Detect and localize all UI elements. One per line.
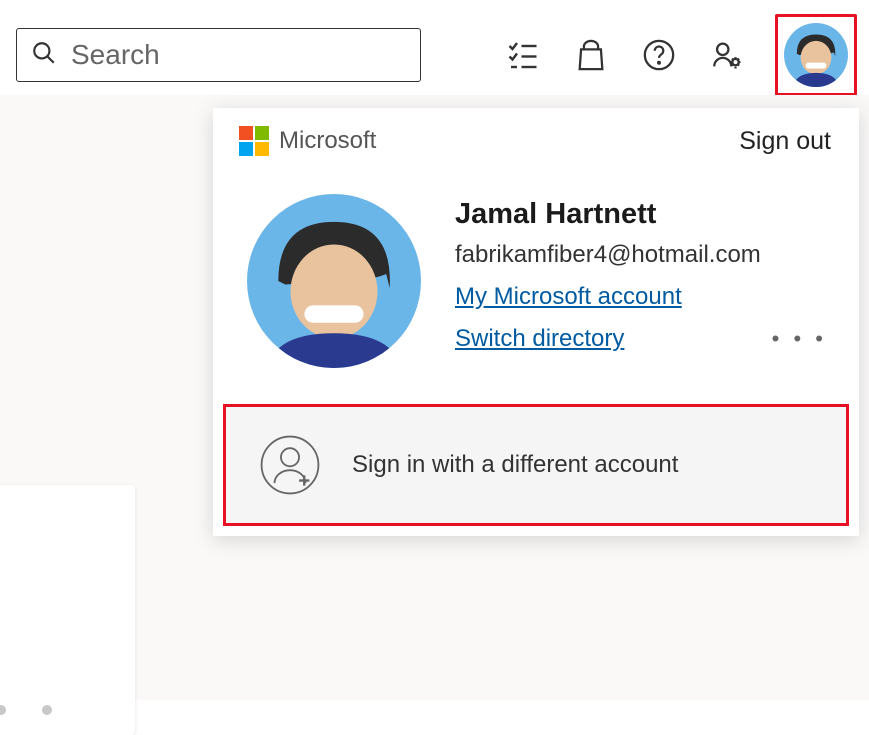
settings-icon[interactable] — [707, 35, 747, 75]
more-options-icon[interactable]: • • • — [772, 326, 831, 352]
dropdown-header: Microsoft Sign out — [213, 108, 859, 182]
marketplace-icon[interactable] — [571, 35, 611, 75]
microsoft-brand: Microsoft — [239, 126, 376, 156]
search-icon — [31, 40, 57, 71]
avatar-button[interactable] — [784, 23, 848, 87]
pagination-dots — [0, 705, 52, 715]
help-icon[interactable] — [639, 35, 679, 75]
profile-name: Jamal Hartnett — [455, 198, 831, 231]
profile-email: fabrikamfiber4@hotmail.com — [455, 241, 831, 269]
sidebar-card-stub — [0, 485, 135, 735]
my-account-link[interactable]: My Microsoft account — [455, 283, 682, 311]
brand-label: Microsoft — [279, 127, 376, 155]
avatar-button-highlight — [775, 14, 857, 96]
add-user-icon — [256, 431, 324, 499]
toolbar-icons — [503, 14, 861, 96]
microsoft-logo-icon — [239, 126, 269, 156]
sign-in-different-account-label: Sign in with a different account — [352, 451, 678, 479]
work-items-icon[interactable] — [503, 35, 543, 75]
switch-directory-link[interactable]: Switch directory — [455, 325, 624, 353]
profile-info: Jamal Hartnett fabrikamfiber4@hotmail.co… — [455, 194, 831, 368]
search-input[interactable] — [71, 39, 406, 71]
avatar-large — [247, 194, 421, 368]
search-box[interactable] — [16, 28, 421, 82]
sign-out-link[interactable]: Sign out — [739, 127, 831, 156]
account-dropdown: Microsoft Sign out Jamal Hartnett fabrik… — [213, 108, 859, 536]
sign-in-different-account-button[interactable]: Sign in with a different account — [223, 404, 849, 526]
profile-row: Jamal Hartnett fabrikamfiber4@hotmail.co… — [213, 182, 859, 404]
